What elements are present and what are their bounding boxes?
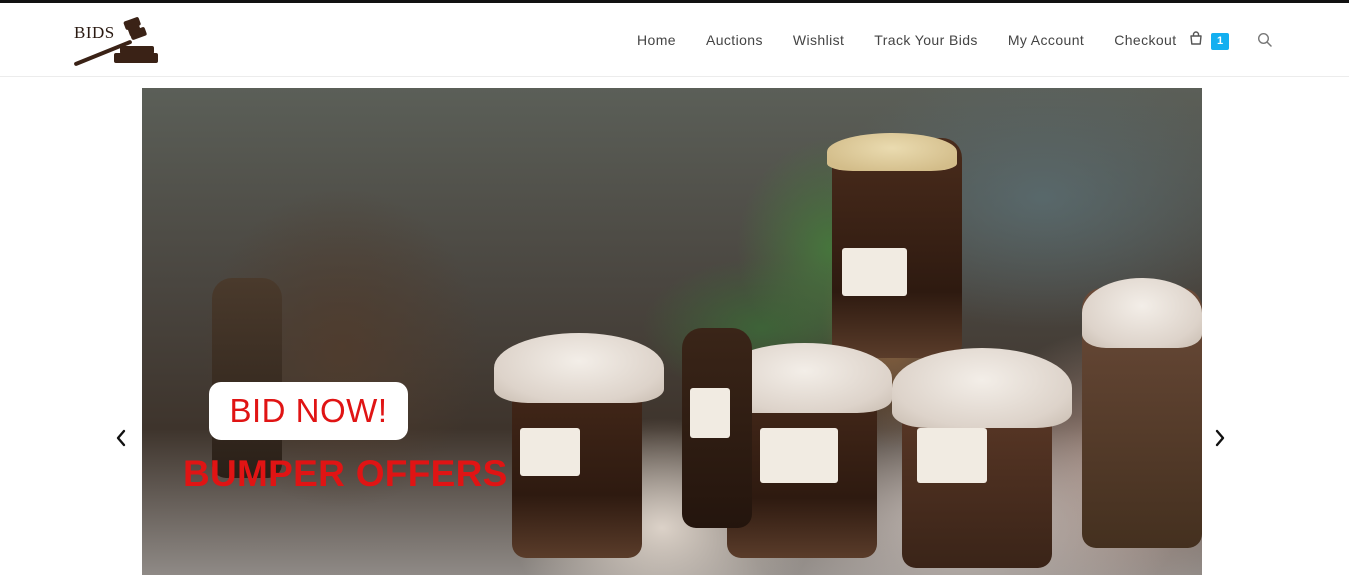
nav-item-wishlist[interactable]: Wishlist bbox=[793, 32, 844, 48]
slider-prev-button[interactable] bbox=[114, 428, 128, 448]
hero-slider: BID NOW! BUMPER OFFERS bbox=[142, 88, 1202, 575]
search-icon bbox=[1257, 32, 1272, 47]
bid-now-label: BID NOW! bbox=[229, 392, 388, 429]
nav-item-my-account[interactable]: My Account bbox=[1008, 32, 1084, 48]
hero-image bbox=[142, 88, 1202, 575]
logo-text: BIDS bbox=[74, 23, 115, 42]
bid-now-badge[interactable]: BID NOW! bbox=[209, 382, 408, 440]
hero-headline: BUMPER OFFERS bbox=[183, 453, 508, 494]
nav-item-home[interactable]: Home bbox=[637, 32, 676, 48]
chevron-right-icon bbox=[1215, 429, 1225, 447]
site-header: BIDS Home Auctions Wishlist Track Your B… bbox=[0, 3, 1349, 77]
cart-count-badge: 1 bbox=[1211, 33, 1229, 50]
nav-item-track-your-bids[interactable]: Track Your Bids bbox=[874, 32, 978, 48]
shopping-bag-icon bbox=[1190, 31, 1202, 45]
slider-next-button[interactable] bbox=[1213, 428, 1227, 448]
site-logo[interactable]: BIDS bbox=[70, 15, 162, 67]
search-button[interactable] bbox=[1257, 32, 1273, 48]
nav-item-auctions[interactable]: Auctions bbox=[706, 32, 763, 48]
chevron-left-icon bbox=[116, 429, 126, 447]
nav-item-checkout[interactable]: Checkout bbox=[1114, 32, 1176, 48]
cart-button[interactable]: 1 bbox=[1189, 29, 1231, 51]
main-navigation: Home Auctions Wishlist Track Your Bids M… bbox=[620, 3, 1207, 77]
